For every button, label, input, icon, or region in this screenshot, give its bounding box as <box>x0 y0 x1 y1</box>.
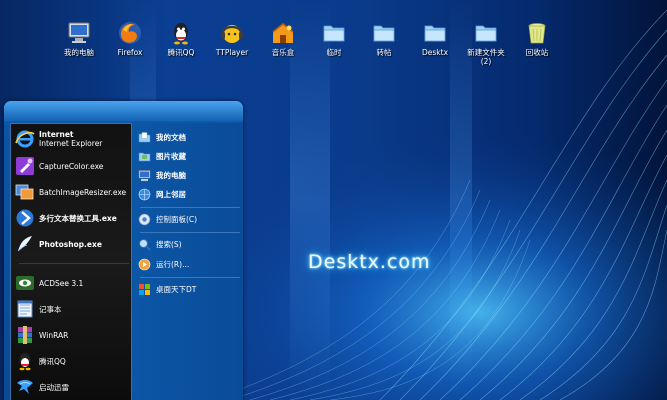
computer-icon <box>138 169 151 181</box>
place-label: 运行(R)... <box>156 259 190 269</box>
program-label: 启动迅雷 <box>39 382 69 392</box>
desktop-icon-label: 转帖 <box>376 48 392 57</box>
place-desktop-download[interactable]: 桌面天下DT <box>138 281 242 297</box>
desktop-icon-ttplayer[interactable]: TTPlayer <box>204 20 260 57</box>
desktop-icon-label: 临时 <box>326 48 342 57</box>
desktop-icon-qq[interactable]: 腾讯QQ <box>153 20 209 57</box>
program-label: BatchImageResizer.exe <box>39 187 127 197</box>
program-qq[interactable]: 腾讯QQ <box>15 350 131 372</box>
desktop-icon-label: 我的电脑 <box>64 48 94 57</box>
desktop-icon-my-computer[interactable]: 我的电脑 <box>51 20 107 57</box>
place-label: 图片收藏 <box>156 151 186 161</box>
firefox-icon <box>119 22 141 44</box>
desktop-icon-music-box[interactable]: 音乐盒 <box>255 20 311 57</box>
program-acdsee[interactable]: ACDSee 3.1 <box>15 272 131 294</box>
program-internet-explorer[interactable]: Internet Internet Explorer <box>15 128 131 150</box>
desktop-icon-label: Desktx <box>421 48 449 57</box>
start-menu-programs: Internet Internet Explorer CaptureColor.e… <box>10 123 132 400</box>
place-label: 搜索(S) <box>156 239 182 249</box>
qq-icon <box>174 23 188 45</box>
pictures-folder-icon <box>138 152 151 161</box>
places-divider <box>140 232 240 233</box>
programs-divider <box>19 263 129 264</box>
acdsee-icon <box>16 276 34 290</box>
place-label: 我的电脑 <box>156 170 186 180</box>
program-label: 多行文本替换工具.exe <box>39 213 117 223</box>
desktop-icon-label: TTPlayer <box>215 48 249 57</box>
start-menu-places: 我的文档 图片收藏 我的电脑 网上邻居 控制面板(C) 搜索(S) 运行(R).… <box>132 123 243 400</box>
notepad-icon <box>17 300 33 318</box>
place-label: 我的文档 <box>156 132 186 142</box>
place-label: 网上邻居 <box>156 189 186 199</box>
program-label: 腾讯QQ <box>39 356 66 366</box>
program-capturecolor[interactable]: CaptureColor.exe <box>15 155 131 177</box>
place-my-pictures[interactable]: 图片收藏 <box>138 148 242 164</box>
desktop-icon-folder-desktx[interactable]: Desktx <box>407 20 463 57</box>
desktop-icon-label: 回收站 <box>525 48 549 57</box>
program-label: ACDSee 3.1 <box>39 278 84 288</box>
desktop-icon-folder-repost[interactable]: 转帖 <box>356 20 412 57</box>
search-icon <box>139 238 151 251</box>
program-batchimageresizer[interactable]: BatchImageResizer.exe <box>15 181 131 203</box>
desktop-icon-new-folder[interactable]: 新建文件夹 (2) <box>458 20 514 66</box>
qq-icon <box>19 353 31 371</box>
desktop-icon-recycle-bin[interactable]: 回收站 <box>509 20 565 57</box>
windows-logo-icon <box>139 283 150 295</box>
computer-icon <box>68 22 90 43</box>
folder-icon <box>373 25 395 42</box>
place-run[interactable]: 运行(R)... <box>138 256 242 272</box>
program-multiline-text-replace[interactable]: 多行文本替换工具.exe <box>15 207 131 229</box>
internet-explorer-icon <box>15 130 35 148</box>
folder-icon <box>323 25 345 42</box>
desktop-icon-folder-temp[interactable]: 临时 <box>306 20 362 57</box>
place-my-computer[interactable]: 我的电脑 <box>138 167 242 183</box>
program-label: 记事本 <box>39 304 62 314</box>
photoshop-icon <box>17 236 32 252</box>
place-network[interactable]: 网上邻居 <box>138 186 242 202</box>
place-my-documents[interactable]: 我的文档 <box>138 129 242 145</box>
program-label: Photoshop.exe <box>39 239 102 249</box>
desktop-icon-label: Firefox <box>117 48 143 57</box>
places-divider <box>140 207 240 208</box>
program-label: CaptureColor.exe <box>39 161 104 171</box>
desktop-icon-label: 音乐盒 <box>271 48 295 57</box>
run-icon <box>138 258 151 270</box>
place-label: 桌面天下DT <box>156 284 197 294</box>
start-menu-header <box>4 101 243 121</box>
place-control-panel[interactable]: 控制面板(C) <box>138 211 242 227</box>
wallpaper-watermark: Desktx.com <box>308 251 431 273</box>
desktop-icon-firefox[interactable]: Firefox <box>102 20 158 57</box>
program-label: WinRAR <box>39 330 69 340</box>
program-thunder[interactable]: 启动迅雷 <box>15 376 131 398</box>
desktop-icon-label: 腾讯QQ <box>167 48 195 57</box>
start-menu: Internet Internet Explorer CaptureColor.e… <box>4 101 243 400</box>
winrar-icon <box>18 326 32 344</box>
program-notepad[interactable]: 记事本 <box>15 298 131 320</box>
text-replace-tool-icon <box>16 209 34 227</box>
capturecolor-icon <box>16 157 34 175</box>
documents-folder-icon <box>138 131 151 142</box>
program-sublabel: Internet Explorer <box>39 139 103 148</box>
folder-icon <box>475 25 497 42</box>
places-divider <box>140 277 240 278</box>
program-photoshop[interactable]: Photoshop.exe <box>15 233 131 255</box>
place-label: 控制面板(C) <box>156 214 198 224</box>
batchimageresizer-icon <box>15 184 34 200</box>
desktop-icon-label: 新建文件夹 (2) <box>467 48 505 66</box>
network-icon <box>138 188 151 200</box>
ttplayer-icon <box>221 25 243 43</box>
music-box-icon <box>272 23 294 43</box>
control-panel-icon <box>138 213 151 225</box>
recycle-bin-icon <box>528 23 546 44</box>
program-label: Internet <box>39 130 74 139</box>
thunder-icon <box>17 380 33 394</box>
program-winrar[interactable]: WinRAR <box>15 324 131 346</box>
folder-icon <box>424 25 446 42</box>
place-search[interactable]: 搜索(S) <box>138 236 242 252</box>
